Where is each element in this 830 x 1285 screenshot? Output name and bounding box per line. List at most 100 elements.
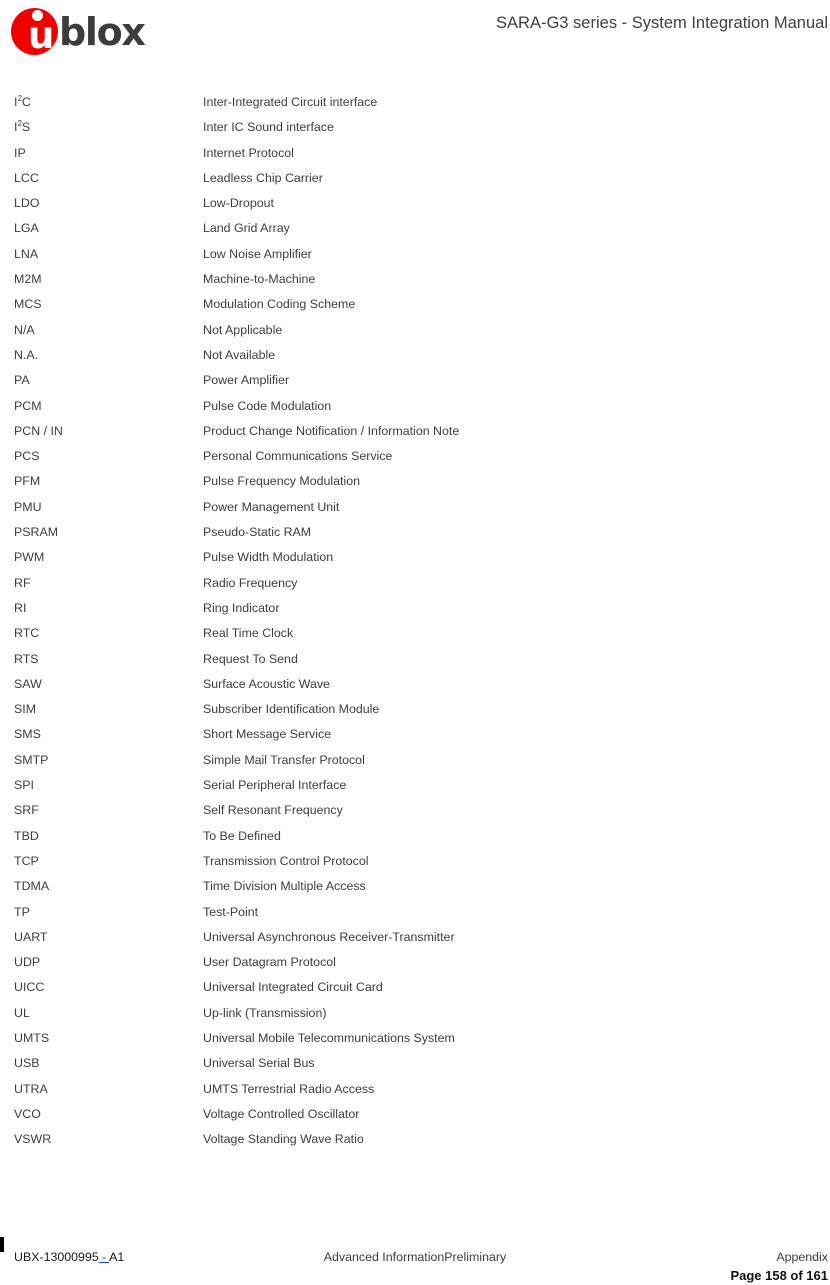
glossary-term: SMS (14, 727, 41, 742)
glossary-term: LCC (14, 170, 39, 185)
glossary-term: MCS (14, 297, 42, 312)
glossary-definition: Land Grid Array (203, 221, 290, 236)
glossary-definition: Leadless Chip Carrier (203, 170, 323, 185)
glossary-definition: Not Applicable (203, 322, 283, 337)
glossary-term: VCO (14, 1106, 41, 1121)
glossary-definition: Radio Frequency (203, 575, 298, 590)
glossary-definition: Pseudo-Static RAM (203, 525, 312, 540)
glossary-term: USB (14, 1056, 40, 1071)
glossary-row: N.A. Not Available (0, 347, 830, 372)
glossary-row: VSWR Voltage Standing Wave Ratio (0, 1131, 830, 1156)
glossary-row: USB Universal Serial Bus (0, 1055, 830, 1080)
glossary-row: TCP Transmission Control Protocol (0, 853, 830, 878)
glossary-term: VSWR (14, 1132, 52, 1147)
glossary-term: SRF (14, 803, 39, 818)
glossary-term: UICC (14, 980, 45, 995)
glossary-term: IP (14, 145, 26, 160)
glossary-definition: Test-Point (203, 904, 259, 919)
glossary-term: SMTP (14, 752, 49, 767)
glossary-definition: Short Message Service (203, 727, 332, 742)
glossary-row: LGA Land Grid Array (0, 220, 830, 245)
logo-letter-u: u (28, 14, 54, 57)
glossary-term: UMTS (14, 1030, 50, 1045)
glossary-row: PA Power Amplifier (0, 372, 830, 397)
glossary-row: UDP User Datagram Protocol (0, 954, 830, 979)
glossary-definition: User Datagram Protocol (203, 955, 336, 970)
glossary-term: TCP (14, 853, 39, 868)
glossary-definition: Universal Integrated Circuit Card (203, 980, 383, 995)
glossary-term: PCN / IN (14, 423, 63, 438)
glossary-term: RTS (14, 651, 39, 666)
glossary-term-tail: S (21, 120, 31, 135)
glossary-term: LNA (14, 246, 39, 261)
glossary-definition: Voltage Controlled Oscillator (203, 1106, 360, 1121)
glossary-row: SPI Serial Peripheral Interface (0, 777, 830, 802)
glossary-row: VCO Voltage Controlled Oscillator (0, 1106, 830, 1131)
glossary-row: SAW Surface Acoustic Wave (0, 676, 830, 701)
glossary-row: IP Internet Protocol (0, 145, 830, 170)
glossary-row: SMS Short Message Service (0, 726, 830, 751)
glossary-row: PWM Pulse Width Modulation (0, 549, 830, 574)
glossary-definition: Power Amplifier (203, 373, 290, 388)
glossary-definition: Inter-Integrated Circuit interface (203, 95, 378, 109)
glossary-term: M2M (14, 272, 42, 287)
page-title: SARA-G3 series - System Integration Manu… (496, 14, 828, 32)
glossary-term: PWM (14, 550, 45, 565)
glossary-row: I2S Inter IC Sound interface (0, 119, 830, 144)
glossary-term: SIM (14, 702, 37, 717)
glossary-row: PSRAM Pseudo-Static RAM (0, 524, 830, 549)
footer-status: Advanced InformationPreliminary (323, 1250, 507, 1264)
glossary-definition: Self Resonant Frequency (203, 803, 343, 818)
glossary-term: UL (14, 1005, 30, 1020)
glossary-row: TDMA Time Division Multiple Access (0, 878, 830, 903)
glossary-term: UTRA (14, 1081, 48, 1096)
glossary-row: N/A Not Applicable (0, 322, 830, 347)
glossary-term: PMU (14, 499, 42, 514)
glossary-row: SIM Subscriber Identification Module (0, 701, 830, 726)
glossary-definition: To Be Defined (203, 828, 281, 843)
glossary-term: I2S (14, 119, 194, 135)
glossary-term: TDMA (14, 879, 50, 894)
glossary-definition: Ring Indicator (203, 600, 280, 615)
glossary-row: LDO Low-Dropout (0, 195, 830, 220)
glossary-term: LDO (14, 196, 40, 211)
glossary-definition: Request To Send (203, 651, 298, 666)
glossary-definition: Serial Peripheral Interface (203, 778, 347, 793)
glossary-definition: Personal Communications Service (203, 449, 393, 464)
glossary-row: UTRA UMTS Terrestrial Radio Access (0, 1081, 830, 1106)
glossary-term: N.A. (14, 347, 39, 362)
glossary-row: UL Up-link (Transmission) (0, 1005, 830, 1030)
glossary-row: LCC Leadless Chip Carrier (0, 170, 830, 195)
glossary-definition: UMTS Terrestrial Radio Access (203, 1081, 375, 1096)
glossary-term: PFM (14, 474, 41, 489)
glossary-row: PFM Pulse Frequency Modulation (0, 473, 830, 498)
glossary-row: PMU Power Management Unit (0, 499, 830, 524)
footer-page-number: Page 158 of 161 (730, 1268, 828, 1283)
glossary-row: I2C Inter-Integrated Circuit interface (0, 94, 830, 119)
glossary-row: TBD To Be Defined (0, 828, 830, 853)
glossary-definition: Pulse Code Modulation (203, 398, 332, 413)
glossary-definition: Low Noise Amplifier (203, 246, 312, 261)
glossary-row: PCN / IN Product Change Notification / In… (0, 423, 830, 448)
glossary-term: SAW (14, 676, 42, 691)
glossary-term: PSRAM (14, 525, 59, 540)
glossary-definition: Simple Mail Transfer Protocol (203, 752, 365, 767)
glossary-term: I2C (14, 94, 194, 110)
glossary-row: LNA Low Noise Amplifier (0, 246, 830, 271)
glossary-definition: Not Available (203, 347, 276, 362)
glossary-term: TBD (14, 828, 39, 843)
glossary-term: UART (14, 929, 48, 944)
glossary-row: UMTS Universal Mobile Telecommunications … (0, 1030, 830, 1055)
glossary-term: PCS (14, 449, 40, 464)
glossary-definition: Transmission Control Protocol (203, 853, 369, 868)
glossary-row: PCM Pulse Code Modulation (0, 398, 830, 423)
glossary-row: SMTP Simple Mail Transfer Protocol (0, 752, 830, 777)
glossary-definition: Modulation Coding Scheme (203, 297, 356, 312)
glossary-term: RF (14, 575, 31, 590)
glossary-row: RTC Real Time Clock (0, 625, 830, 650)
glossary-row: RTS Request To Send (0, 651, 830, 676)
glossary-term: UDP (14, 955, 41, 970)
glossary-definition: Subscriber Identification Module (203, 702, 380, 717)
glossary-row: M2M Machine-to-Machine (0, 271, 830, 296)
glossary-term: N/A (14, 322, 35, 337)
